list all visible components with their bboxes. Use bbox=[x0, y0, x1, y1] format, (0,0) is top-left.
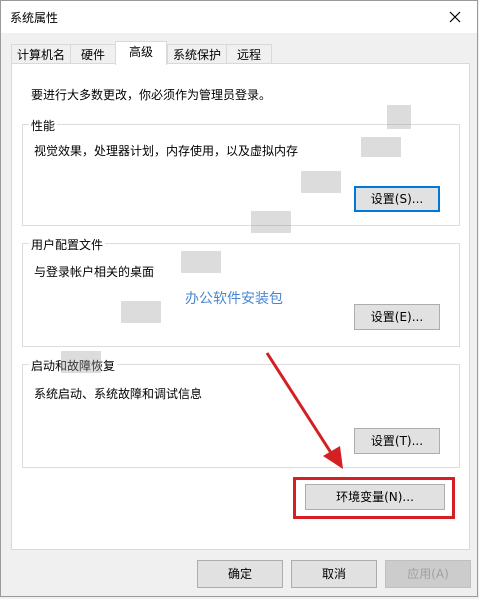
annotation-arrow bbox=[265, 352, 343, 469]
system-properties-window: 系统属性 计算机名 硬件 高级 系统保护 远程 要进行大多数更改，你必须作为管理… bbox=[0, 0, 478, 597]
tab-advanced[interactable]: 高级 bbox=[115, 41, 167, 65]
cancel-button[interactable]: 取消 bbox=[291, 560, 377, 588]
apply-button[interactable]: 应用(A) bbox=[385, 560, 471, 588]
ok-button[interactable]: 确定 bbox=[197, 560, 283, 588]
